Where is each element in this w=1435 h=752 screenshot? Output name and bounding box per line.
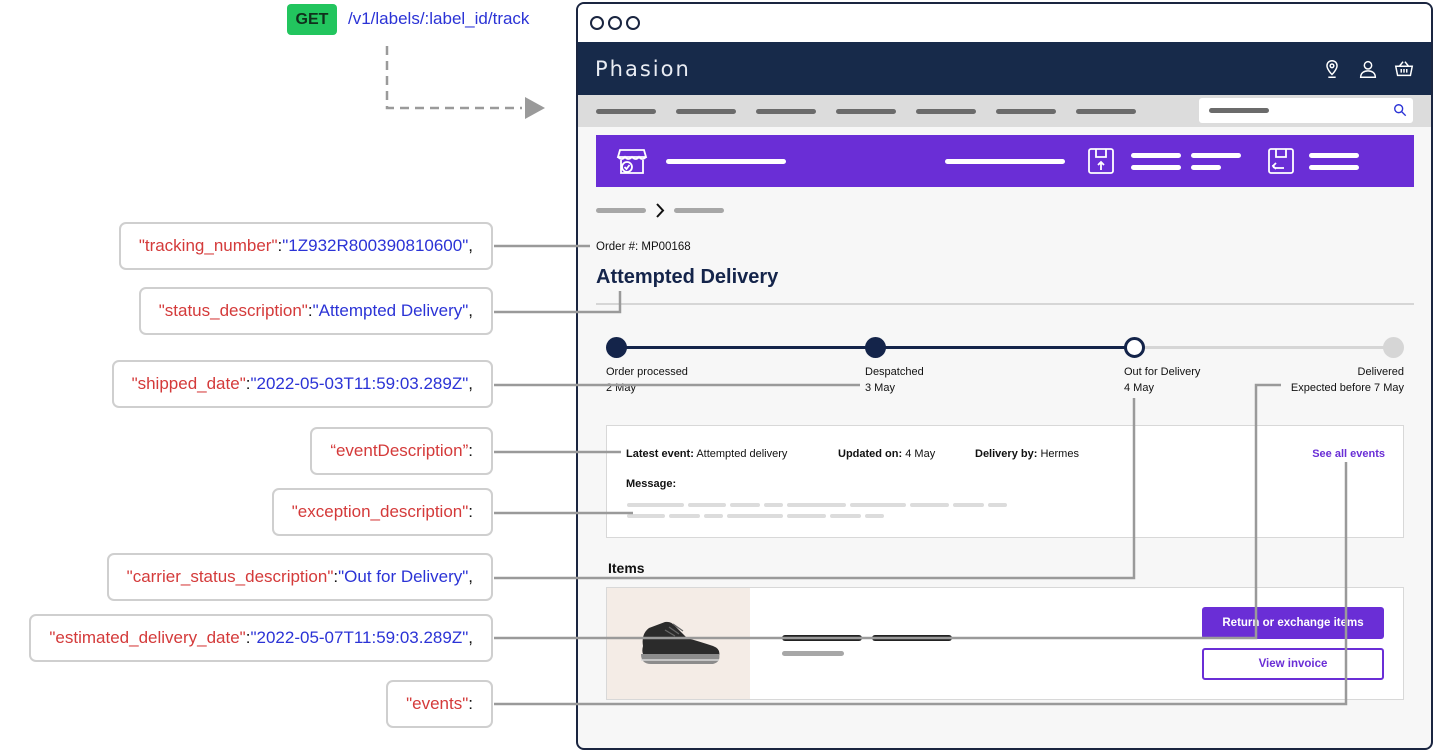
latest-event-card: Latest event: Attempted delivery Updated… bbox=[606, 425, 1404, 538]
app-header: Phasion bbox=[578, 42, 1431, 95]
field-exception-description: "exception_description": bbox=[271, 488, 493, 536]
step-out-for-delivery: Out for Delivery 4 May bbox=[1124, 366, 1201, 394]
view-invoice-button[interactable]: View invoice bbox=[1202, 648, 1384, 680]
browser-window: Phasion Order #: MP00168 Attempted Deliv… bbox=[576, 2, 1433, 750]
page-title: Attempted Delivery bbox=[596, 266, 779, 288]
endpoint-path: /v1/labels/:label_id/track bbox=[348, 9, 530, 28]
nav-bar bbox=[578, 95, 1431, 127]
step-node-done bbox=[606, 337, 627, 358]
package-up-icon bbox=[1088, 148, 1114, 174]
field-tracking-number: "tracking_number": "1Z932R800390810600", bbox=[118, 222, 493, 270]
items-heading: Items bbox=[608, 560, 645, 576]
window-dot-icon bbox=[590, 16, 604, 30]
shoe-image bbox=[607, 588, 750, 699]
order-number: Order #: MP00168 bbox=[596, 241, 691, 253]
package-return-icon bbox=[1268, 148, 1294, 174]
step-node-current bbox=[1124, 337, 1145, 358]
basket-icon[interactable] bbox=[1393, 58, 1415, 80]
location-pin-icon[interactable] bbox=[1321, 58, 1343, 80]
field-events: "events": bbox=[386, 680, 493, 728]
tracker-remaining bbox=[1135, 346, 1394, 349]
step-node-done bbox=[865, 337, 886, 358]
field-event-description: “eventDescription”: bbox=[310, 427, 493, 475]
user-icon[interactable] bbox=[1357, 58, 1379, 80]
delivery-by: Delivery by: Hermes bbox=[975, 448, 1079, 460]
window-dot-icon bbox=[626, 16, 640, 30]
divider bbox=[596, 303, 1414, 305]
request-arrow-line bbox=[385, 46, 522, 110]
nav-link[interactable] bbox=[996, 108, 1056, 114]
updated-on: Updated on: 4 May bbox=[838, 448, 936, 460]
brand-logo[interactable]: Phasion bbox=[595, 57, 691, 81]
window-dot-icon bbox=[608, 16, 622, 30]
search-placeholder bbox=[1209, 108, 1269, 113]
return-or-exchange-button[interactable]: Return or exchange items bbox=[1202, 607, 1384, 639]
field-status-description: "status_description": "Attempted Deliver… bbox=[138, 287, 493, 335]
step-delivered: Delivered Expected before 7 May bbox=[1290, 366, 1404, 394]
field-carrier-status-description: "carrier_status_description": "Out for D… bbox=[106, 553, 493, 601]
latest-event: Latest event: Attempted delivery bbox=[626, 448, 788, 460]
nav-link[interactable] bbox=[596, 108, 656, 114]
window-titlebar bbox=[578, 4, 1431, 42]
step-node-pending bbox=[1383, 337, 1404, 358]
step-despatched: Despatched 3 May bbox=[865, 366, 924, 394]
item-card: Return or exchange items View invoice bbox=[606, 587, 1404, 700]
nav-link[interactable] bbox=[1076, 108, 1136, 114]
see-all-events-link[interactable]: See all events bbox=[1312, 448, 1385, 460]
search-icon[interactable] bbox=[1393, 103, 1407, 117]
step-order-processed: Order processed 2 May bbox=[606, 366, 688, 394]
nav-link[interactable] bbox=[676, 108, 736, 114]
nav-link[interactable] bbox=[756, 108, 816, 114]
nav-link[interactable] bbox=[916, 108, 976, 114]
breadcrumb-item[interactable] bbox=[596, 208, 646, 213]
store-icon bbox=[616, 149, 648, 174]
chevron-right-icon bbox=[656, 203, 665, 218]
field-shipped-date: "shipped_date": "2022-05-03T11:59:03.289… bbox=[111, 360, 493, 408]
search-input[interactable] bbox=[1199, 98, 1413, 123]
get-method-badge: GET bbox=[287, 4, 337, 35]
breadcrumb-item[interactable] bbox=[674, 208, 724, 213]
message-label: Message: bbox=[626, 478, 677, 490]
promo-banner bbox=[596, 135, 1414, 187]
nav-link[interactable] bbox=[836, 108, 896, 114]
field-estimated-delivery-date: "estimated_delivery_date": "2022-05-07T1… bbox=[29, 614, 493, 662]
arrow-right-icon bbox=[525, 97, 545, 119]
